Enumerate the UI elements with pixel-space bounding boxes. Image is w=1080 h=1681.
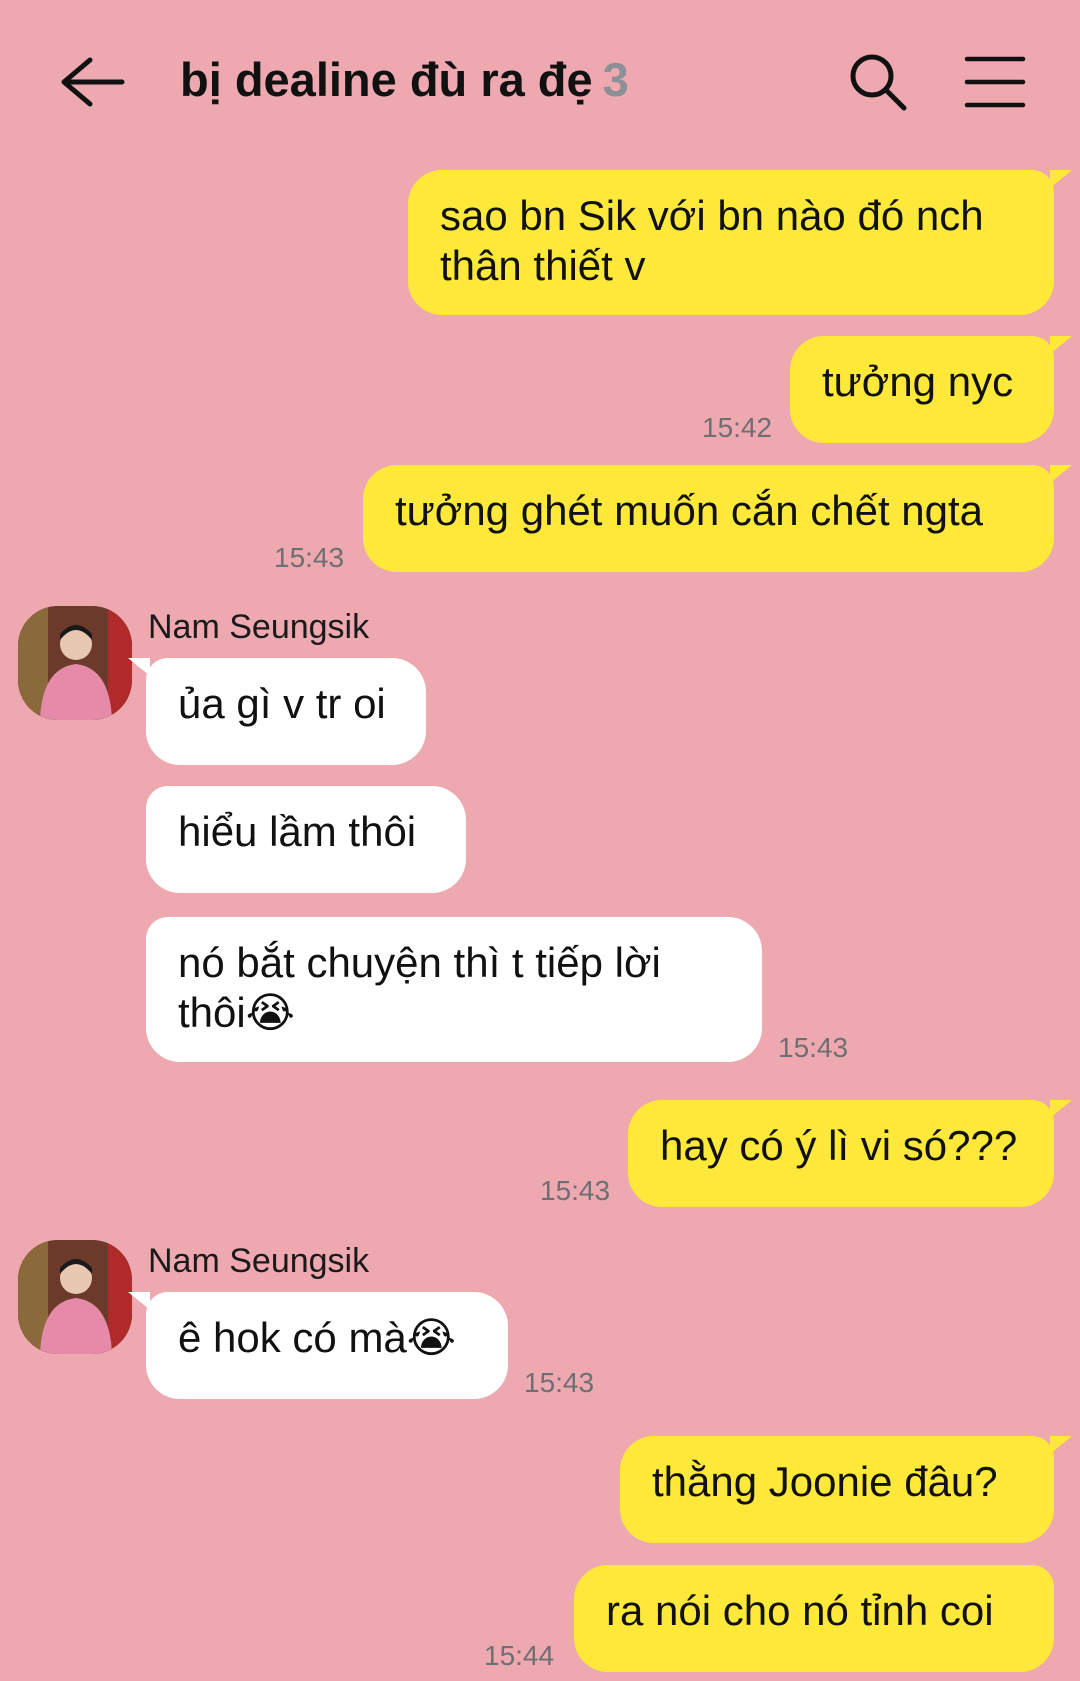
sender-name: Nam Seungsik (148, 608, 370, 646)
bubble-tail (1050, 336, 1072, 354)
incoming-message[interactable]: ủa gì v tr oi (146, 658, 426, 765)
outgoing-message[interactable]: sao bn Sik với bn nào đó nch thân thiết … (408, 170, 1054, 315)
incoming-message[interactable]: hiểu lầm thôi (146, 786, 466, 893)
hamburger-menu-icon (964, 56, 1026, 108)
chat-title: bị dealine đù ra đẹ 3 (180, 52, 629, 107)
message-text: nó bắt chuyện thì t tiếp lời thôi😭 (178, 939, 661, 1036)
outgoing-message[interactable]: ra nói cho nó tỉnh coi (574, 1565, 1054, 1672)
message-time: 15:43 (524, 1367, 595, 1398)
incoming-message[interactable]: nó bắt chuyện thì t tiếp lời thôi😭 (146, 917, 762, 1062)
chat-header: bị dealine đù ra đẹ 3 (0, 0, 1080, 165)
bubble-tail (1050, 1100, 1072, 1118)
bubble-tail (128, 1292, 150, 1310)
message-text: thằng Joonie đâu? (652, 1458, 998, 1505)
message-text: hiểu lầm thôi (178, 808, 417, 855)
group-name: bị dealine đù ra đẹ (180, 53, 593, 106)
message-text: hay có ý lì vi só??? (660, 1122, 1018, 1169)
message-time: 15:44 (484, 1640, 555, 1671)
avatar[interactable] (18, 606, 132, 720)
message-time: 15:43 (540, 1175, 611, 1206)
sender-name: Nam Seungsik (148, 1242, 370, 1280)
message-time: 15:43 (274, 542, 345, 573)
message-text: tưởng ghét muốn cắn chết ngta (395, 487, 984, 534)
message-text: ê hok có mà😭 (178, 1314, 456, 1361)
search-button[interactable] (848, 52, 908, 112)
message-text: tưởng nyc (822, 358, 1014, 405)
outgoing-message[interactable]: thằng Joonie đâu? (620, 1436, 1054, 1543)
bubble-tail (128, 658, 150, 676)
bubble-tail (1050, 170, 1072, 188)
message-time: 15:42 (702, 412, 773, 443)
message-time: 15:43 (778, 1032, 849, 1063)
message-text: ra nói cho nó tỉnh coi (606, 1587, 994, 1634)
bubble-tail (1050, 1436, 1072, 1454)
outgoing-message[interactable]: hay có ý lì vi só??? (628, 1100, 1054, 1207)
bubble-tail (1050, 465, 1072, 483)
message-text: ủa gì v tr oi (178, 680, 386, 727)
member-count: 3 (602, 53, 629, 106)
outgoing-message[interactable]: tưởng nyc (790, 336, 1054, 443)
incoming-message[interactable]: ê hok có mà😭 (146, 1292, 508, 1399)
avatar-photo (18, 606, 132, 720)
search-icon (850, 54, 907, 111)
menu-button[interactable] (964, 54, 1026, 110)
outgoing-message[interactable]: tưởng ghét muốn cắn chết ngta (363, 465, 1054, 572)
back-button[interactable] (54, 50, 126, 114)
avatar[interactable] (18, 1240, 132, 1354)
message-text: sao bn Sik với bn nào đó nch thân thiết … (440, 192, 984, 289)
arrow-left-icon (61, 57, 125, 107)
avatar-photo (18, 1240, 132, 1354)
